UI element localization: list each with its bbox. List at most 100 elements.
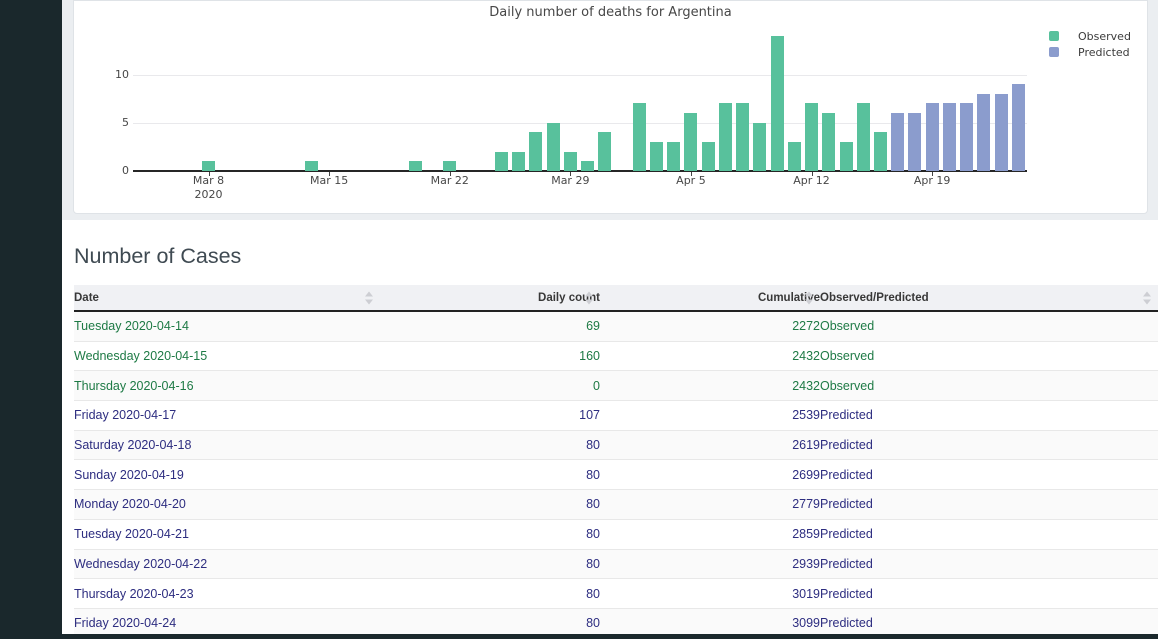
cell-status: Observed (820, 311, 1158, 341)
cell-status: Predicted (820, 460, 1158, 490)
cell-date: Thursday 2020-04-23 (74, 579, 380, 609)
cell-cumulative: 3019 (600, 579, 820, 609)
x-tick-label: Apr 19 (892, 174, 972, 187)
y-tick-label: 10 (103, 68, 129, 81)
cell-date: Tuesday 2020-04-14 (74, 311, 380, 341)
cell-daily-count: 107 (380, 401, 600, 431)
page-bottom-edge (0, 634, 1158, 639)
table-row: Saturday 2020-04-18802619Predicted (74, 430, 1158, 460)
legend-swatch-icon (1049, 31, 1059, 41)
observed-bar (512, 152, 525, 171)
column-header-date[interactable]: Date (74, 285, 380, 311)
column-label: Observed/Predicted (820, 292, 929, 304)
legend-item-predicted[interactable]: Predicted (1049, 44, 1131, 60)
x-tick-label: Mar 8 (169, 174, 249, 187)
column-label: Date (74, 292, 99, 304)
table-row: Wednesday 2020-04-151602432Observed (74, 341, 1158, 371)
plot-area: 0 5 10 Mar 82020 Mar 15 Mar 22 Mar 29 Apr 5 Apr… (74, 1, 1147, 213)
cell-cumulative: 2779 (600, 490, 820, 520)
cell-daily-count: 80 (380, 549, 600, 579)
observed-bar (547, 123, 560, 171)
observed-bar (409, 161, 422, 171)
table-row: Thursday 2020-04-23803019Predicted (74, 579, 1158, 609)
cell-daily-count: 80 (380, 490, 600, 520)
cases-table: Date Daily count Cumulative Observe (74, 285, 1158, 639)
y-tick-label: 0 (103, 164, 129, 177)
observed-bar (736, 103, 749, 171)
chart-legend: Observed Predicted (1049, 28, 1131, 60)
legend-label: Observed (1078, 30, 1131, 43)
observed-bar (857, 103, 870, 171)
x-tick-label: Mar 15 (289, 174, 369, 187)
x-tick-label: Mar 22 (410, 174, 490, 187)
cell-daily-count: 80 (380, 460, 600, 490)
cell-status: Predicted (820, 519, 1158, 549)
observed-bar (753, 123, 766, 171)
observed-bar (633, 103, 646, 171)
observed-bar (771, 36, 784, 171)
observed-bar (650, 142, 663, 171)
predicted-bar (943, 103, 956, 171)
observed-bar (305, 161, 318, 171)
observed-bar (840, 142, 853, 171)
observed-bar (684, 113, 697, 171)
column-header-observed-predicted[interactable]: Observed/Predicted (820, 285, 1158, 311)
table-header-row: Date Daily count Cumulative Observe (74, 285, 1158, 311)
table-section: Number of Cases Date Daily count (62, 220, 1158, 634)
cell-date: Tuesday 2020-04-21 (74, 519, 380, 549)
gridline (133, 75, 1027, 76)
cell-daily-count: 80 (380, 519, 600, 549)
observed-bar (874, 132, 887, 171)
cell-status: Observed (820, 371, 1158, 401)
observed-bar (564, 152, 577, 171)
column-header-daily-count[interactable]: Daily count (380, 285, 600, 311)
cell-cumulative: 2939 (600, 549, 820, 579)
cell-status: Predicted (820, 579, 1158, 609)
cell-cumulative: 2859 (600, 519, 820, 549)
observed-bar (788, 142, 801, 171)
observed-bar (495, 152, 508, 171)
legend-label: Predicted (1078, 46, 1130, 59)
table-row: Tuesday 2020-04-14692272Observed (74, 311, 1158, 341)
table-row: Wednesday 2020-04-22802939Predicted (74, 549, 1158, 579)
predicted-bar (908, 113, 921, 171)
observed-bar (598, 132, 611, 171)
chart-section: Daily number of deaths for Argentina 051… (62, 0, 1158, 220)
observed-bar (822, 113, 835, 171)
observed-bar (581, 161, 594, 171)
predicted-bar (960, 103, 973, 171)
x-tick-label: Mar 29 (530, 174, 610, 187)
cell-date: Monday 2020-04-20 (74, 490, 380, 520)
cell-date: Saturday 2020-04-18 (74, 430, 380, 460)
cell-status: Predicted (820, 430, 1158, 460)
cell-status: Observed (820, 341, 1158, 371)
sort-icon (805, 291, 814, 304)
y-tick-label: 5 (103, 116, 129, 129)
cell-daily-count: 80 (380, 430, 600, 460)
cell-daily-count: 160 (380, 341, 600, 371)
x-tick-label: Apr 5 (651, 174, 731, 187)
cell-status: Predicted (820, 490, 1158, 520)
observed-bar (719, 103, 732, 171)
legend-item-observed[interactable]: Observed (1049, 28, 1131, 44)
cell-cumulative: 2272 (600, 311, 820, 341)
observed-bar (667, 142, 680, 171)
column-header-cumulative[interactable]: Cumulative (600, 285, 820, 311)
sort-icon (1143, 291, 1152, 304)
predicted-bar (977, 94, 990, 171)
sort-icon (585, 291, 594, 304)
table-row: Friday 2020-04-171072539Predicted (74, 401, 1158, 431)
predicted-bar (1012, 84, 1025, 171)
sort-icon (365, 291, 374, 304)
observed-bar (443, 161, 456, 171)
observed-bar (702, 142, 715, 171)
x-tick-sublabel: 2020 (169, 188, 249, 201)
sidebar (0, 0, 62, 639)
cell-daily-count: 69 (380, 311, 600, 341)
table-row: Monday 2020-04-20802779Predicted (74, 490, 1158, 520)
cell-date: Friday 2020-04-17 (74, 401, 380, 431)
observed-bar (202, 161, 215, 171)
cell-date: Wednesday 2020-04-22 (74, 549, 380, 579)
observed-bar (805, 103, 818, 171)
cell-cumulative: 2432 (600, 341, 820, 371)
